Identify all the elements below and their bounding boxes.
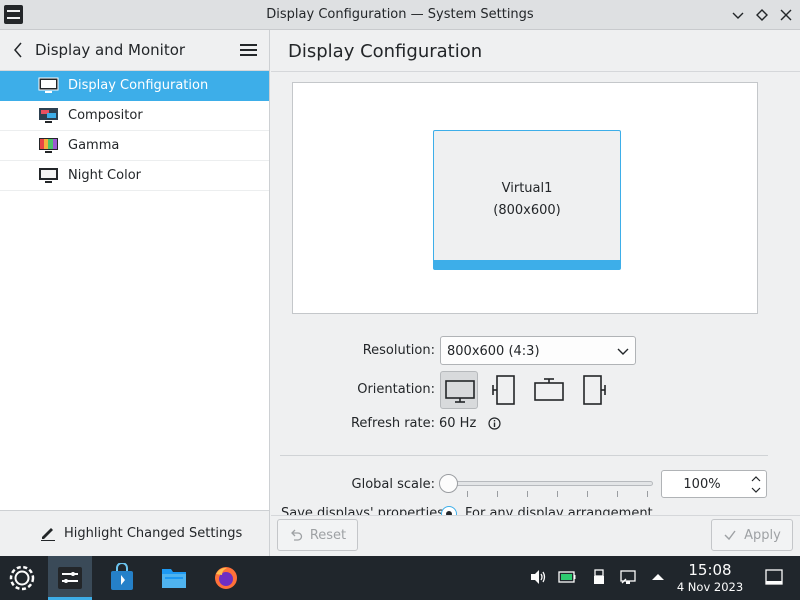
global-scale-label: Global scale: <box>351 477 435 492</box>
close-icon <box>780 9 792 21</box>
night-color-icon <box>39 168 58 183</box>
discover-store-icon <box>111 563 133 590</box>
network-icon[interactable] <box>620 568 638 586</box>
show-desktop-icon[interactable] <box>765 569 783 585</box>
maximize-button[interactable] <box>752 5 772 25</box>
highlight-changed-settings-label: Highlight Changed Settings <box>64 525 243 541</box>
global-scale-value: 100% <box>683 477 721 492</box>
sidebar-item-label: Compositor <box>68 108 143 123</box>
checkmark-icon <box>724 530 736 541</box>
display-arrangement-area: Virtual1 (800x600) <box>292 82 758 314</box>
pencil-icon <box>41 528 55 541</box>
compositor-icon <box>39 108 58 123</box>
sidebar-list: Display Configuration Compositor Gamma N… <box>0 71 269 191</box>
firefox-icon <box>215 567 237 589</box>
sidebar-item-compositor[interactable]: Compositor <box>0 101 269 131</box>
slider-tick <box>497 491 498 497</box>
taskbar-firefox[interactable] <box>204 556 248 600</box>
close-button[interactable] <box>776 5 796 25</box>
landscape-icon <box>445 380 475 403</box>
volume-icon[interactable] <box>529 568 547 586</box>
orientation-portrait-left-button[interactable] <box>485 371 523 409</box>
kde-launcher-icon <box>9 565 35 591</box>
chevron-down-icon[interactable] <box>750 485 762 495</box>
chevron-up-icon[interactable] <box>649 568 667 586</box>
orientation-landscape-button[interactable] <box>440 371 478 409</box>
refresh-rate-value: 60 Hz <box>439 416 477 431</box>
info-icon[interactable] <box>488 417 501 430</box>
minimize-button[interactable] <box>728 5 748 25</box>
chevron-down-icon <box>732 12 744 19</box>
orientation-label: Orientation: <box>357 382 435 397</box>
global-scale-slider-handle[interactable] <box>439 474 458 493</box>
portrait-right-icon <box>583 375 606 405</box>
clock-date[interactable]: 4 Nov 2023 <box>674 580 746 594</box>
page-title: Display Configuration <box>288 41 483 62</box>
slider-tick <box>467 491 468 497</box>
bottom-button-bar: Reset Apply <box>271 515 800 556</box>
sidebar-item-label: Display Configuration <box>68 78 209 93</box>
sidebar-title: Display and Monitor <box>35 41 186 59</box>
clock-time[interactable]: 15:08 <box>688 561 732 579</box>
display-selected-bar <box>434 260 620 269</box>
monitor-icon <box>38 77 59 93</box>
application-launcher-button[interactable] <box>0 556 44 600</box>
reset-button[interactable]: Reset <box>277 519 358 551</box>
sidebar-header: Display and Monitor <box>0 30 269 71</box>
sidebar: Display and Monitor Display Configuratio… <box>0 30 270 556</box>
global-scale-slider[interactable] <box>441 481 653 486</box>
sidebar-item-label: Night Color <box>68 168 141 183</box>
slider-tick <box>527 491 528 497</box>
folder-icon <box>162 569 186 588</box>
highlight-changed-settings-button[interactable]: Highlight Changed Settings <box>40 525 242 541</box>
back-arrow-icon[interactable] <box>9 40 29 60</box>
sidebar-item-label: Gamma <box>68 138 120 153</box>
refresh-rate-label: Refresh rate: <box>350 416 435 431</box>
window-title: Display Configuration — System Settings <box>266 7 534 22</box>
display-virtual1[interactable]: Virtual1 (800x600) <box>433 130 621 270</box>
diamond-icon <box>756 9 768 21</box>
slider-tick <box>647 491 648 497</box>
chevron-down-icon <box>617 348 629 355</box>
taskbar-discover[interactable] <box>100 556 144 600</box>
apply-button[interactable]: Apply <box>711 519 793 551</box>
resolution-select[interactable]: 800x600 (4:3) <box>440 336 636 365</box>
reset-label: Reset <box>309 527 347 543</box>
global-scale-spinbox[interactable]: 100% <box>661 470 767 498</box>
taskbar-dolphin[interactable] <box>152 556 196 600</box>
resolution-label: Resolution: <box>362 343 435 358</box>
sidebar-item-display-configuration[interactable]: Display Configuration <box>0 71 269 101</box>
taskbar: 15:08 4 Nov 2023 <box>0 556 800 600</box>
display-resolution: (800x600) <box>493 203 561 218</box>
apply-label: Apply <box>744 527 781 543</box>
slider-tick <box>587 491 588 497</box>
battery-icon[interactable] <box>558 568 576 586</box>
main-content: Display Configuration Virtual1 (800x600)… <box>271 30 800 556</box>
taskbar-system-settings[interactable] <box>48 556 92 600</box>
system-settings-icon <box>58 567 82 589</box>
undo-icon <box>290 529 302 541</box>
portrait-left-icon <box>492 375 515 405</box>
divider <box>271 71 800 72</box>
hamburger-menu-icon[interactable] <box>239 42 259 58</box>
orientation-portrait-right-button[interactable] <box>575 371 613 409</box>
display-name: Virtual1 <box>501 181 553 196</box>
sidebar-item-gamma[interactable]: Gamma <box>0 131 269 161</box>
gamma-icon <box>39 138 58 153</box>
slider-tick <box>557 491 558 497</box>
title-bar: Display Configuration — System Settings <box>0 0 800 30</box>
resolution-value: 800x600 (4:3) <box>447 344 540 359</box>
section-divider <box>280 455 768 456</box>
usb-device-icon[interactable] <box>590 568 608 586</box>
slider-tick <box>617 491 618 497</box>
upside-down-icon <box>534 378 564 401</box>
chevron-up-icon[interactable] <box>750 474 762 484</box>
sidebar-item-night-color[interactable]: Night Color <box>0 161 269 191</box>
sidebar-footer: Highlight Changed Settings <box>0 510 269 556</box>
orientation-upside-down-button[interactable] <box>530 371 568 409</box>
